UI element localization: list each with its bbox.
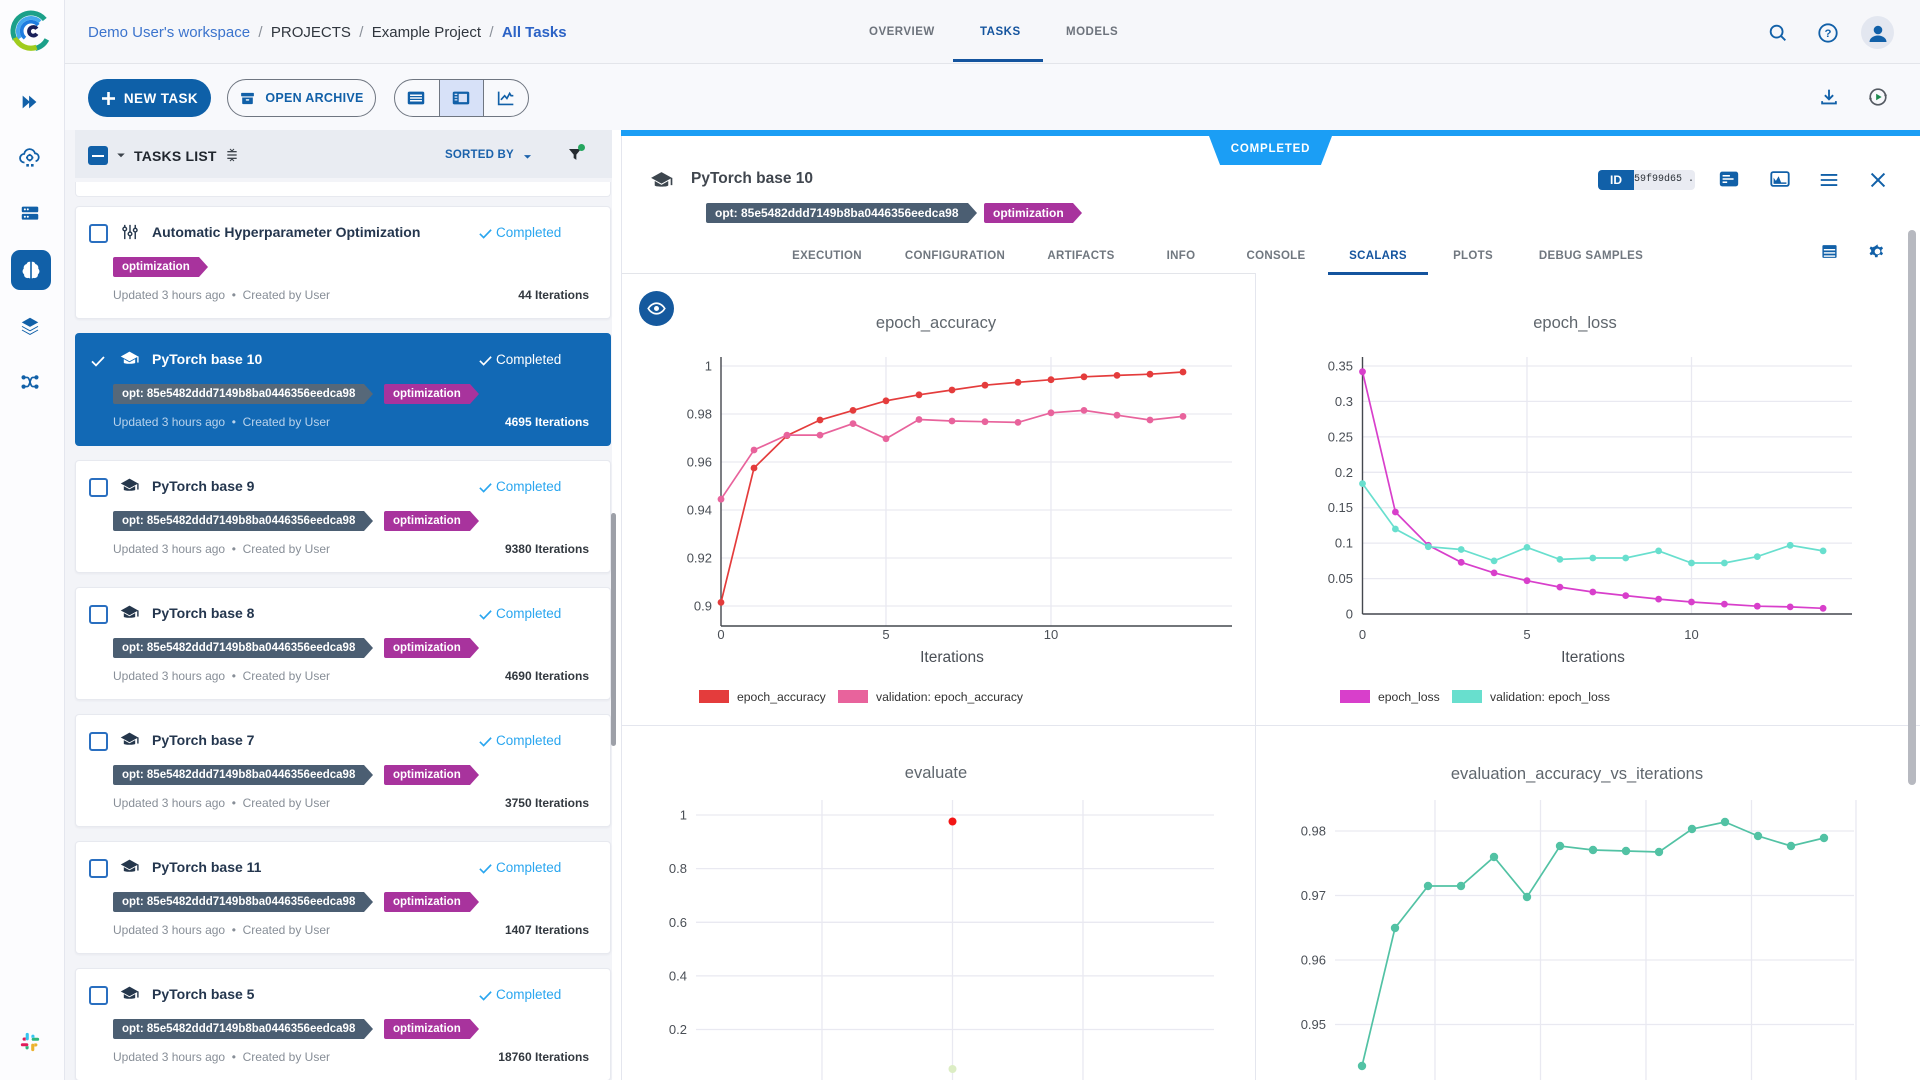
svg-text:0.97: 0.97 xyxy=(1301,888,1326,903)
svg-text:5: 5 xyxy=(882,627,889,642)
svg-text:0.35: 0.35 xyxy=(1328,359,1353,374)
svg-text:10: 10 xyxy=(1044,627,1058,642)
svg-text:1: 1 xyxy=(705,359,712,374)
svg-text:0.3: 0.3 xyxy=(1335,394,1353,409)
svg-text:epoch_accuracy: epoch_accuracy xyxy=(737,690,827,704)
svg-text:0.25: 0.25 xyxy=(1328,429,1353,444)
svg-text:0.05: 0.05 xyxy=(1328,571,1353,586)
svg-text:0.4: 0.4 xyxy=(669,968,687,983)
svg-text:0.2: 0.2 xyxy=(1335,465,1353,480)
svg-text:0.6: 0.6 xyxy=(669,915,687,930)
svg-text:0.98: 0.98 xyxy=(1301,824,1326,839)
svg-text:Iterations: Iterations xyxy=(1561,649,1625,666)
svg-text:0: 0 xyxy=(717,627,724,642)
svg-text:Iterations: Iterations xyxy=(920,649,984,666)
svg-text:evaluation_accuracy_vs_iterati: evaluation_accuracy_vs_iterations xyxy=(1451,765,1703,783)
svg-text:0: 0 xyxy=(1359,627,1366,642)
svg-text:?: ? xyxy=(1825,28,1832,40)
svg-text:0.92: 0.92 xyxy=(687,551,712,566)
svg-text:validation: epoch_loss: validation: epoch_loss xyxy=(1490,690,1610,704)
svg-text:0.15: 0.15 xyxy=(1328,500,1353,515)
svg-text:0.8: 0.8 xyxy=(669,861,687,876)
svg-text:5: 5 xyxy=(1523,627,1530,642)
svg-text:0.96: 0.96 xyxy=(687,455,712,470)
svg-text:0.2: 0.2 xyxy=(669,1022,687,1037)
svg-text:0.94: 0.94 xyxy=(687,503,712,518)
svg-text:epoch_loss: epoch_loss xyxy=(1378,690,1440,704)
svg-text:1: 1 xyxy=(680,808,687,823)
svg-text:0.98: 0.98 xyxy=(687,407,712,422)
svg-text:evaluate: evaluate xyxy=(905,764,967,782)
svg-text:0.1: 0.1 xyxy=(1335,536,1353,551)
svg-text:10: 10 xyxy=(1684,627,1698,642)
svg-text:0.95: 0.95 xyxy=(1301,1017,1326,1032)
svg-text:0.96: 0.96 xyxy=(1301,953,1326,968)
svg-text:validation: epoch_accuracy: validation: epoch_accuracy xyxy=(876,690,1024,704)
svg-text:0: 0 xyxy=(1346,607,1353,622)
svg-text:epoch_loss: epoch_loss xyxy=(1533,314,1616,332)
svg-text:epoch_accuracy: epoch_accuracy xyxy=(876,314,997,332)
svg-text:0.9: 0.9 xyxy=(694,599,712,614)
